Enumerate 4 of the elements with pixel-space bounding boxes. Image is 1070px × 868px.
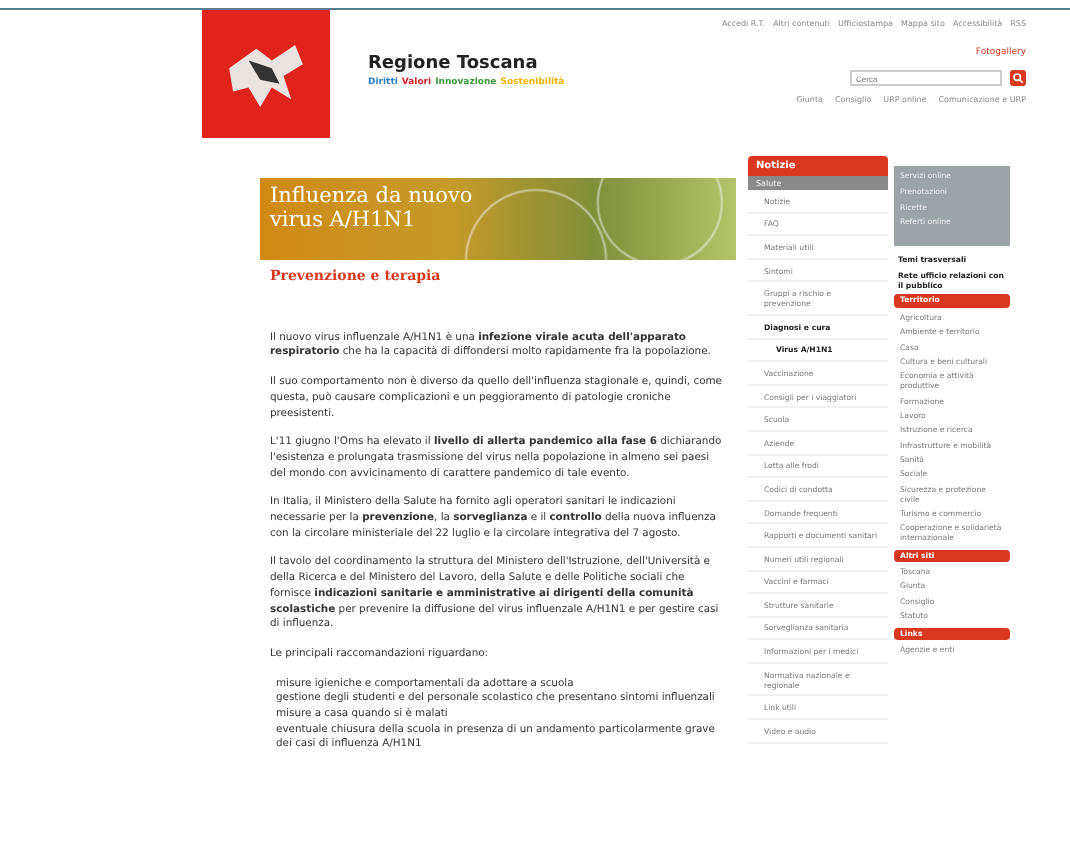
logo-icon	[200, 10, 332, 138]
search-icon[interactable]	[1010, 70, 1026, 86]
banner-title: Influenza da nuovo virus A/H1N1	[268, 182, 475, 236]
site-title: Regione Toscana	[368, 54, 540, 74]
